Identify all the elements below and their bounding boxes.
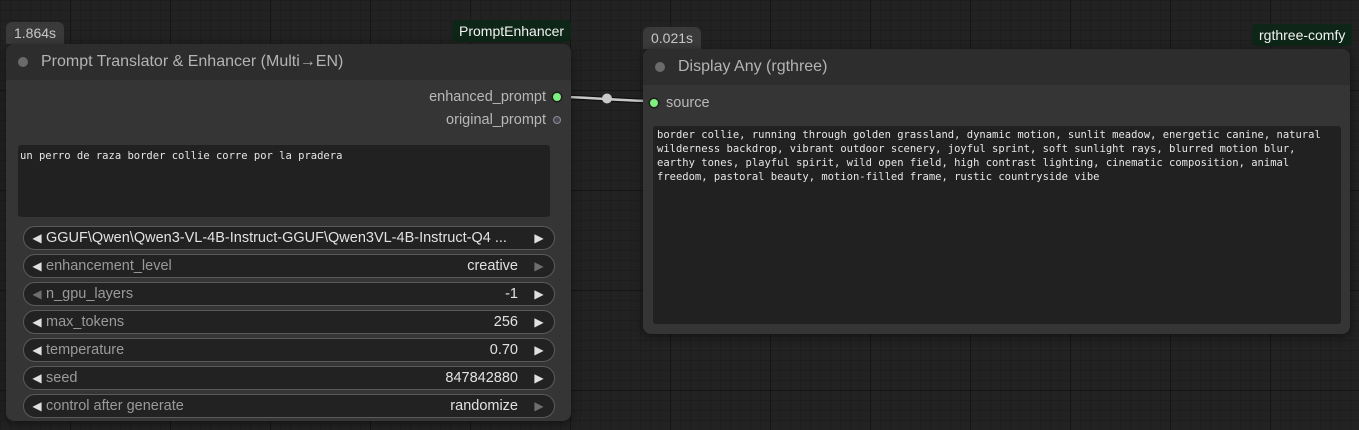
node-title: Display Any (rgthree) [678, 58, 828, 75]
widget-label: n_gpu_layers [46, 286, 134, 302]
output-socket-icon[interactable] [553, 116, 561, 124]
widget-label: enhancement_level [46, 258, 172, 274]
control-after-generate-combo[interactable]: ◀ control after generate randomize ▶ [23, 394, 555, 418]
widget-value: randomize [450, 398, 518, 414]
input-source[interactable]: source [650, 95, 710, 111]
widget-label: max_tokens [46, 314, 125, 330]
execution-time-badge: 0.021s [643, 27, 702, 49]
node-outputs: enhanced_prompt original_prompt [6, 80, 571, 132]
widget-label: control after generate [46, 398, 184, 414]
output-original-prompt[interactable]: original_prompt [446, 112, 561, 128]
arrow-right-icon[interactable]: ▶ [530, 343, 548, 357]
prompt-input-textarea[interactable]: un perro de raza border collie corre por… [18, 145, 550, 217]
widget-value: 847842880 [445, 370, 518, 386]
arrow-left-icon[interactable]: ◀ [28, 231, 46, 245]
max-tokens-number[interactable]: ◀ max_tokens 256 ▶ [23, 310, 555, 334]
widget-value: creative [467, 258, 518, 274]
arrow-right-icon[interactable]: ▶ [530, 315, 548, 329]
widget-label: temperature [46, 342, 125, 358]
arrow-left-icon[interactable]: ◀ [28, 399, 46, 413]
execution-time-badge: 1.864s [6, 22, 65, 44]
input-socket-icon[interactable] [650, 99, 658, 107]
n-gpu-layers-number[interactable]: ◀ n_gpu_layers -1 ▶ [23, 282, 555, 306]
arrow-left-icon[interactable]: ◀ [28, 371, 46, 385]
prompt-enhancer-node[interactable]: Prompt Translator & Enhancer (Multi→EN) … [6, 44, 571, 421]
display-any-node[interactable]: Display Any (rgthree) source border coll… [643, 49, 1350, 334]
input-label: source [666, 95, 710, 111]
output-enhanced-prompt[interactable]: enhanced_prompt [429, 89, 561, 105]
model-value: GGUF\Qwen\Qwen3-VL-4B-Instruct-GGUF\Qwen… [46, 230, 507, 246]
widget-value: 0.70 [489, 342, 518, 358]
display-output-textarea[interactable]: border collie, running through golden gr… [653, 126, 1341, 324]
output-label: enhanced_prompt [429, 89, 546, 105]
arrow-right-icon[interactable]: ▶ [530, 259, 548, 273]
arrow-left-icon[interactable]: ◀ [28, 343, 46, 357]
arrow-left-icon[interactable]: ◀ [28, 259, 46, 273]
arrow-right-icon[interactable]: ▶ [530, 371, 548, 385]
link-midpoint [602, 93, 612, 104]
widget-value: 256 [493, 314, 518, 330]
arrow-left-icon[interactable]: ◀ [28, 287, 46, 301]
widget-label: seed [46, 370, 78, 386]
node-header[interactable]: Prompt Translator & Enhancer (Multi→EN) [6, 44, 571, 80]
node-header[interactable]: Display Any (rgthree) [643, 49, 1350, 85]
arrow-right-icon[interactable]: ▶ [530, 287, 548, 301]
collapse-dot-icon[interactable] [18, 57, 28, 67]
enhancement-level-combo[interactable]: ◀ enhancement_level creative ▶ [23, 254, 555, 278]
node-title: Prompt Translator & Enhancer (Multi→EN) [41, 53, 344, 70]
arrow-right-icon[interactable]: ▶ [530, 399, 548, 413]
output-label: original_prompt [446, 112, 546, 128]
collapse-dot-icon[interactable] [655, 62, 665, 72]
output-socket-icon[interactable] [553, 93, 561, 101]
arrow-left-icon[interactable]: ◀ [28, 315, 46, 329]
node-type-tag: rgthree-comfy [1252, 24, 1353, 46]
temperature-number[interactable]: ◀ temperature 0.70 ▶ [23, 338, 555, 362]
seed-number[interactable]: ◀ seed 847842880 ▶ [23, 366, 555, 390]
model-selector[interactable]: ◀ GGUF\Qwen\Qwen3-VL-4B-Instruct-GGUF\Qw… [23, 226, 555, 250]
widget-value: -1 [505, 286, 518, 302]
arrow-right-icon[interactable]: ▶ [530, 231, 548, 245]
node-type-tag: PromptEnhancer [452, 20, 572, 42]
